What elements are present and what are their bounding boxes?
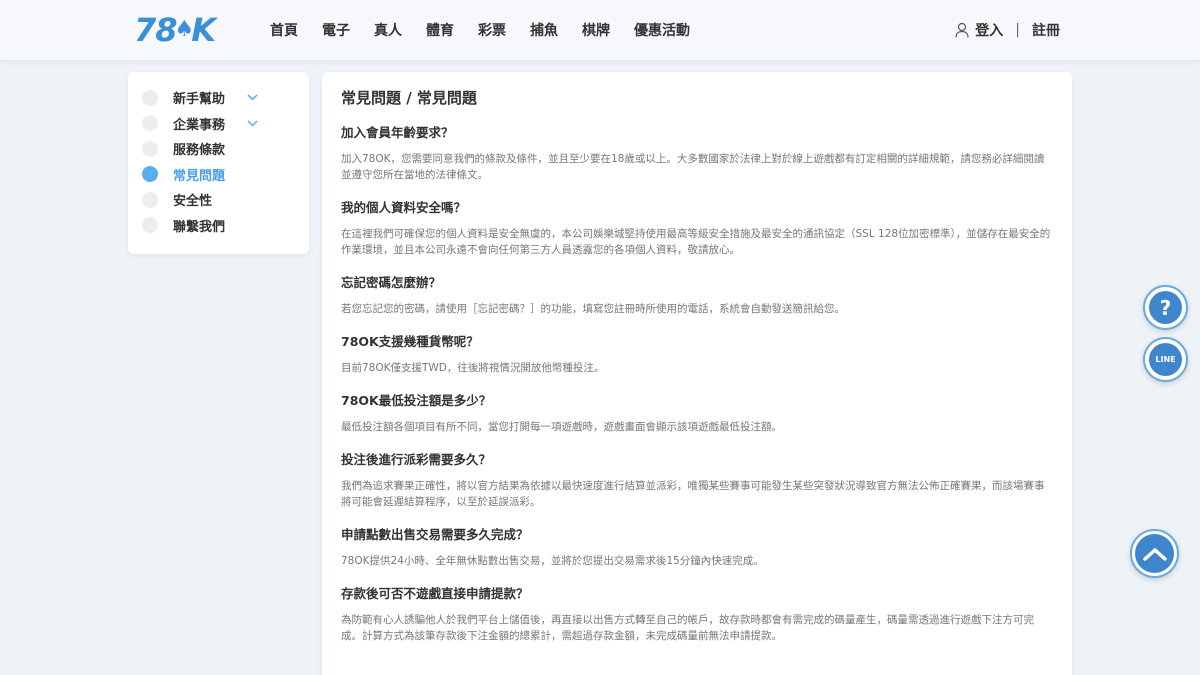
back-to-top-button[interactable]: [1130, 529, 1179, 578]
faq-question: 存款後可否不遊戲直接申請提款？: [341, 586, 529, 601]
nav-sports[interactable]: 體育: [426, 20, 454, 40]
nav-lottery[interactable]: 彩票: [478, 20, 506, 40]
nav-promotions[interactable]: 優惠活動: [634, 20, 690, 40]
faq-question: 78OK最低投注額是多少？: [341, 393, 492, 408]
sidebar-item-faq[interactable]: 常見問題: [128, 162, 309, 188]
logo-text-right: K: [191, 11, 216, 49]
chevron-down-icon[interactable]: [247, 94, 258, 101]
faq-item: 加入會員年齡要求？ 加入78OK，您需要同意我們的條款及條件，並且至少要在18歲…: [341, 124, 1054, 183]
sidebar-item-label: 企業事務: [173, 117, 226, 133]
sidebar-item-label: 聯繫我們: [173, 219, 226, 235]
faq-question: 78OK支援幾種貨幣呢？: [341, 334, 479, 349]
faq-answer: 加入78OK，您需要同意我們的條款及條件，並且至少要在18歲或以上。大多數國家於…: [341, 153, 1045, 181]
sidebar-item-contact[interactable]: 聯繫我們: [128, 213, 309, 239]
register-link[interactable]: 註冊: [1032, 20, 1060, 40]
faq-question: 加入會員年齡要求？: [341, 125, 454, 140]
faq-item: 存款後可否不遊戲直接申請提款？ 為防範有心人誘騙他人於我們平台上儲值後，再直接以…: [341, 585, 1054, 644]
faq-content: 常見問題 / 常見問題 加入會員年齡要求？ 加入78OK，您需要同意我們的條款及…: [322, 72, 1072, 675]
sidebar-item-label: 服務條款: [173, 143, 226, 159]
faq-answer: 為防範有心人誘騙他人於我們平台上儲值後，再直接以出售方式轉至自己的帳戶，故存款時…: [341, 614, 1034, 642]
top-header: 78 ♠ K 首頁 電子 真人 體育 彩票 捕魚 棋牌 優惠活動 登入 | 註冊: [0, 0, 1200, 60]
sidebar-item-label: 新手幫助: [173, 92, 226, 108]
faq-item: 我的個人資料安全嗎？ 在這裡我們可確保您的個人資料是安全無虞的，本公司娛樂城堅持…: [341, 199, 1054, 258]
line-button[interactable]: LINE: [1143, 337, 1188, 382]
auth-separator: |: [1015, 22, 1020, 38]
sidebar-item-terms[interactable]: 服務條款: [128, 136, 309, 162]
logo-text-left: 78: [134, 11, 178, 49]
chevron-down-icon[interactable]: [247, 120, 258, 127]
login-link[interactable]: 登入: [975, 20, 1003, 40]
faq-answer: 在這裡我們可確保您的個人資料是安全無虞的，本公司娛樂城堅持使用最高等級安全措施及…: [341, 228, 1051, 256]
faq-answer: 若您忘記您的密碼，請使用［忘記密碼？］的功能，填寫您註冊時所使用的電話，系統會自…: [341, 303, 845, 315]
main-nav: 首頁 電子 真人 體育 彩票 捕魚 棋牌 優惠活動: [270, 0, 714, 60]
faq-question: 忘記密碼怎麼辦？: [341, 275, 442, 290]
faq-answer: 78OK提供24小時、全年無休點數出售交易，並將於您提出交易需求後15分鐘內快速…: [341, 555, 764, 567]
faq-question: 我的個人資料安全嗎？: [341, 200, 467, 215]
nav-electronic[interactable]: 電子: [322, 20, 350, 40]
faq-item: 78OK支援幾種貨幣呢？ 目前78OK僅支援TWD，往後將視情況開放他幣種投注。: [341, 333, 1054, 376]
user-icon: [955, 22, 969, 38]
sidebar-dot-active: [142, 166, 158, 183]
site-logo[interactable]: 78 ♠ K: [134, 11, 216, 49]
page-title: 常見問題 / 常見問題: [341, 89, 477, 107]
help-sidebar: 新手幫助 企業事務 服務條款 常見問題 安全性 聯繫我們: [128, 72, 309, 254]
sidebar-item-security[interactable]: 安全性: [128, 187, 309, 213]
sidebar-item-label: 安全性: [173, 194, 213, 210]
faq-answer: 我們為追求賽果正確性，將以官方結果為依據以最快速度進行結算並派彩，唯獨某些賽事可…: [341, 480, 1045, 508]
sidebar-dot: [142, 115, 158, 132]
sidebar-item-corporate[interactable]: 企業事務: [128, 111, 309, 137]
nav-live[interactable]: 真人: [374, 20, 402, 40]
line-icon: LINE: [1149, 343, 1182, 376]
sidebar-dot: [142, 191, 158, 208]
auth-links: 登入 | 註冊: [955, 0, 1060, 60]
faq-item: 忘記密碼怎麼辦？ 若您忘記您的密碼，請使用［忘記密碼？］的功能，填寫您註冊時所使…: [341, 274, 1054, 317]
faq-question: 投注後進行派彩需要多久？: [341, 452, 492, 467]
chevron-up-icon: [1135, 534, 1174, 573]
sidebar-dot: [142, 89, 158, 106]
question-icon: ?: [1149, 291, 1182, 324]
nav-home[interactable]: 首頁: [270, 20, 298, 40]
sidebar-dot: [142, 217, 158, 234]
nav-cards[interactable]: 棋牌: [582, 20, 610, 40]
faq-answer: 最低投注額各個項目有所不同，當您打開每一項遊戲時，遊戲畫面會顯示該項遊戲最低投注…: [341, 421, 782, 433]
sidebar-dot: [142, 140, 158, 157]
faq-item: 申請點數出售交易需要多久完成？ 78OK提供24小時、全年無休點數出售交易，並將…: [341, 526, 1054, 569]
sidebar-item-label: 常見問題: [173, 168, 226, 184]
faq-item: 78OK最低投注額是多少？ 最低投注額各個項目有所不同，當您打開每一項遊戲時，遊…: [341, 392, 1054, 435]
faq-question: 申請點數出售交易需要多久完成？: [341, 527, 529, 542]
help-button[interactable]: ?: [1143, 285, 1188, 330]
faq-item: 投注後進行派彩需要多久？ 我們為追求賽果正確性，將以官方結果為依據以最快速度進行…: [341, 451, 1054, 510]
sidebar-item-beginner-help[interactable]: 新手幫助: [128, 85, 309, 111]
nav-fishing[interactable]: 捕魚: [530, 20, 558, 40]
faq-answer: 目前78OK僅支援TWD，往後將視情況開放他幣種投注。: [341, 362, 605, 374]
